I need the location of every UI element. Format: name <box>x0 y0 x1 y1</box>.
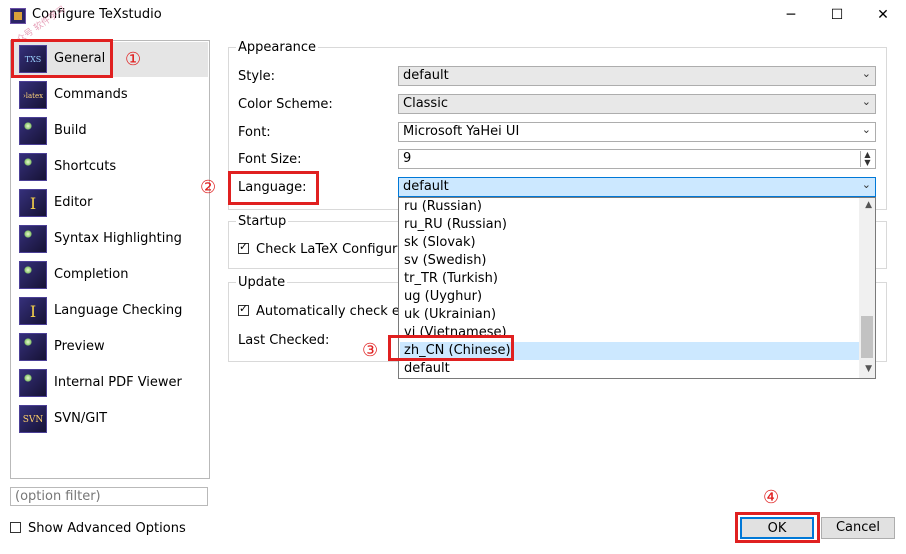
annotation-box-zh-cn <box>388 335 514 361</box>
sidebar-item-label: Internal PDF Viewer <box>54 375 182 390</box>
annotation-box-language <box>228 171 319 205</box>
language-value: default <box>403 179 449 194</box>
show-advanced-options-label: Show Advanced Options <box>28 521 186 536</box>
preview-icon <box>19 333 47 361</box>
language-checking-icon: I <box>19 297 47 325</box>
sidebar-item-language-checking[interactable]: I Language Checking <box>12 294 208 329</box>
annotation-marker-2: ② <box>200 177 217 198</box>
show-advanced-options-checkbox[interactable] <box>10 522 21 533</box>
sidebar-item-label: Preview <box>54 339 105 354</box>
texstudio-app-icon <box>10 8 26 24</box>
sidebar-item-shortcuts[interactable]: Shortcuts <box>12 150 208 185</box>
update-group-title: Update <box>236 275 288 290</box>
sidebar-item-commands[interactable]: ›latex Commands <box>12 78 208 113</box>
auto-check-updates-checkbox[interactable] <box>238 302 249 316</box>
sidebar-item-build[interactable]: Build <box>12 114 208 149</box>
maximize-button[interactable]: ☐ <box>814 0 860 30</box>
chevron-down-icon: ⌄ <box>861 178 871 191</box>
font-size-value: 9 <box>403 151 412 166</box>
annotation-marker-4: ④ <box>763 487 780 508</box>
language-option[interactable]: tr_TR (Turkish) <box>400 270 863 288</box>
cancel-button[interactable]: Cancel <box>821 517 895 539</box>
color-scheme-value: Classic <box>403 96 448 111</box>
sidebar-item-label: Commands <box>54 87 128 102</box>
build-icon <box>19 117 47 145</box>
sidebar-item-svn-git[interactable]: SVN SVN/GIT <box>12 402 208 437</box>
auto-check-updates-label: Automatically check ever <box>256 304 421 319</box>
option-filter-input[interactable]: (option filter) <box>10 487 208 506</box>
sidebar-item-label: SVN/GIT <box>54 411 108 426</box>
annotation-marker-3: ③ <box>362 340 379 361</box>
language-option[interactable]: uk (Ukrainian) <box>400 306 863 324</box>
style-value: default <box>403 68 449 83</box>
close-button[interactable]: ✕ <box>860 0 906 30</box>
style-label: Style: <box>238 69 276 84</box>
text-cursor-icon: I <box>19 189 47 217</box>
dropdown-scrollbar[interactable]: ▲ ▼ <box>859 198 875 378</box>
chevron-down-icon: ⌄ <box>861 67 871 80</box>
scroll-up-icon[interactable]: ▲ <box>865 200 872 210</box>
spin-up-down-icon[interactable]: ▲ ▼ <box>860 151 874 167</box>
color-scheme-select[interactable]: Classic ⌄ <box>398 94 876 114</box>
language-option[interactable]: default <box>400 360 863 378</box>
language-option[interactable]: ug (Uyghur) <box>400 288 863 306</box>
scroll-down-icon[interactable]: ▼ <box>865 364 872 374</box>
sidebar-item-label: Syntax Highlighting <box>54 231 182 246</box>
keyboard-icon <box>19 153 47 181</box>
sidebar-item-label: Completion <box>54 267 129 282</box>
font-select[interactable]: Microsoft YaHei UI ⌄ <box>398 122 876 142</box>
scrollbar-thumb[interactable] <box>861 316 873 358</box>
sidebar-item-internal-pdf-viewer[interactable]: Internal PDF Viewer <box>12 366 208 401</box>
sidebar-item-editor[interactable]: I Editor <box>12 186 208 221</box>
ok-button[interactable]: OK <box>740 517 814 539</box>
font-label: Font: <box>238 125 271 140</box>
startup-group-title: Startup <box>236 214 289 229</box>
annotation-marker-1: ① <box>125 49 142 70</box>
completion-list-icon <box>19 261 47 289</box>
sidebar-item-label: Language Checking <box>54 303 183 318</box>
title-bar: Configure TeXstudio ─ ☐ ✕ <box>0 0 906 30</box>
sidebar-item-label: Build <box>54 123 87 138</box>
font-value: Microsoft YaHei UI <box>403 124 520 139</box>
commands-icon: ›latex <box>19 81 47 109</box>
language-option[interactable]: sk (Slovak) <box>400 234 863 252</box>
language-option[interactable]: ru (Russian) <box>400 198 863 216</box>
minimize-button[interactable]: ─ <box>768 0 814 30</box>
chevron-down-icon: ⌄ <box>861 123 871 136</box>
svn-icon: SVN <box>19 405 47 433</box>
settings-category-list[interactable]: TXS General ›latex Commands Build Shortc… <box>10 40 210 479</box>
check-latex-configuration-checkbox[interactable] <box>238 240 249 254</box>
font-size-label: Font Size: <box>238 152 302 167</box>
chevron-down-icon: ⌄ <box>861 95 871 108</box>
appearance-group-title: Appearance <box>236 40 319 55</box>
annotation-box-general <box>11 39 113 78</box>
language-select[interactable]: default ⌄ <box>398 177 876 197</box>
syntax-highlighting-icon <box>19 225 47 253</box>
language-option[interactable]: sv (Swedish) <box>400 252 863 270</box>
color-scheme-label: Color Scheme: <box>238 97 333 112</box>
language-option[interactable]: ru_RU (Russian) <box>400 216 863 234</box>
sidebar-item-preview[interactable]: Preview <box>12 330 208 365</box>
font-size-spinbox[interactable]: 9 ▲ ▼ <box>398 149 876 169</box>
last-checked-label: Last Checked: <box>238 333 330 348</box>
sidebar-item-completion[interactable]: Completion <box>12 258 208 293</box>
pdf-viewer-icon <box>19 369 47 397</box>
sidebar-item-syntax-highlighting[interactable]: Syntax Highlighting <box>12 222 208 257</box>
sidebar-item-label: Editor <box>54 195 93 210</box>
style-select[interactable]: default ⌄ <box>398 66 876 86</box>
sidebar-item-label: Shortcuts <box>54 159 117 174</box>
